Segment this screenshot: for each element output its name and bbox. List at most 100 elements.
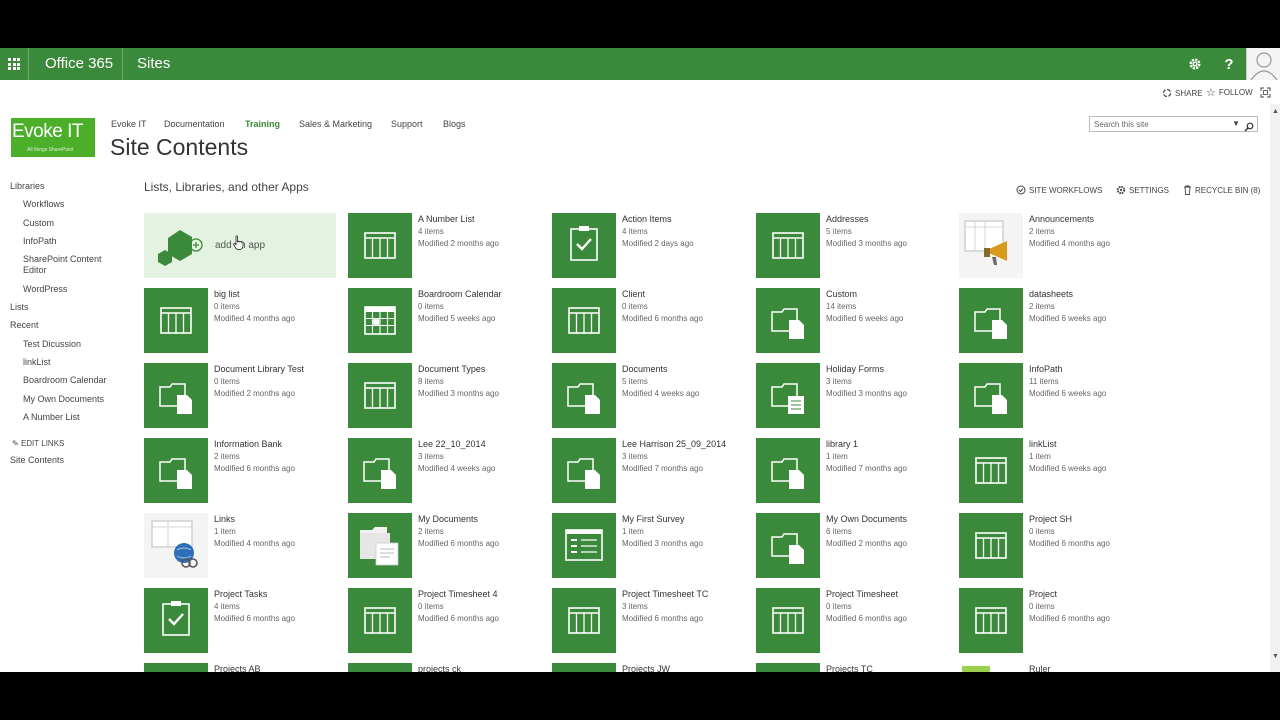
app-tile[interactable]: Information Bank 2 items Modified 6 months…	[144, 438, 344, 503]
settings-button[interactable]: SETTINGS	[1116, 185, 1169, 195]
app-tile-title[interactable]: A Number List	[418, 214, 475, 224]
app-tile-title[interactable]: Document Types	[418, 364, 485, 374]
app-tile[interactable]: Lee Harrison 25_09_2014 3 items Modified 7…	[552, 438, 752, 503]
app-tile[interactable]: Announcements 2 items Modified 4 months ag…	[959, 213, 1159, 278]
app-tile-title[interactable]: datasheets	[1029, 289, 1073, 299]
app-tile[interactable]: My Documents 2 items Modified 6 months ago	[348, 513, 548, 578]
nav-custom[interactable]: Custom	[23, 218, 54, 228]
app-tile[interactable]: Boardroom Calendar 0 items Modified 5 week…	[348, 288, 548, 353]
app-tile[interactable]: Project Timesheet 4 0 items Modified 6 mon…	[348, 588, 548, 653]
topnav-blogs[interactable]: Blogs	[443, 119, 466, 129]
office365-brand[interactable]: Office 365	[28, 48, 129, 80]
app-tile-title[interactable]: Documents	[622, 364, 668, 374]
list-icon[interactable]	[959, 588, 1023, 653]
library-icon[interactable]	[144, 438, 208, 503]
app-tile-title[interactable]: Announcements	[1029, 214, 1094, 224]
nav-wordpress[interactable]: WordPress	[23, 284, 67, 294]
search-scope-dropdown-icon[interactable]: ▼	[1232, 119, 1240, 128]
list-icon[interactable]	[348, 663, 412, 672]
topnav-evoke-it[interactable]: Evoke IT	[111, 119, 147, 129]
app-tile-title[interactable]: Project Timesheet TC	[622, 589, 708, 599]
settings-gear-icon[interactable]	[1179, 48, 1211, 80]
nav-linklist[interactable]: linkList	[23, 357, 51, 367]
nav-test-dicussion[interactable]: Test Dicussion	[23, 339, 81, 349]
app-tile[interactable]: Custom 14 items Modified 6 weeks ago	[756, 288, 956, 353]
app-tile[interactable]: Links 1 item Modified 4 months ago	[144, 513, 344, 578]
app-tile-title[interactable]: Project Timesheet	[826, 589, 898, 599]
app-tile[interactable]: library 1 1 item Modified 7 months ago	[756, 438, 956, 503]
calendar-icon[interactable]	[348, 288, 412, 353]
app-tile[interactable]: Project Tasks 4 items Modified 6 months ag…	[144, 588, 344, 653]
app-tile[interactable]: My Own Documents 6 items Modified 2 months…	[756, 513, 956, 578]
help-button[interactable]: ?	[1213, 48, 1245, 80]
nav-workflows[interactable]: Workflows	[23, 199, 64, 209]
topnav-support[interactable]: Support	[391, 119, 423, 129]
add-an-app-tile[interactable]: add an app	[144, 213, 336, 278]
sites-link[interactable]: Sites	[122, 48, 184, 80]
app-tile[interactable]: Client 0 items Modified 6 months ago	[552, 288, 752, 353]
app-tile-title[interactable]: Links	[214, 514, 235, 524]
library-icon[interactable]	[552, 363, 616, 428]
recycle-bin-button[interactable]: RECYCLE BIN (8)	[1183, 185, 1260, 195]
app-tile-title[interactable]: Holiday Forms	[826, 364, 884, 374]
app-tile-title[interactable]: Projects AB	[214, 664, 261, 672]
vertical-scrollbar[interactable]	[1270, 104, 1280, 672]
list-icon[interactable]	[144, 663, 208, 672]
app-tile-title[interactable]: Project Timesheet 4	[418, 589, 498, 599]
announcement-icon[interactable]	[959, 213, 1023, 278]
focus-content-icon[interactable]	[1260, 87, 1271, 98]
library-icon[interactable]	[348, 438, 412, 503]
app-tile-title[interactable]: library 1	[826, 439, 858, 449]
list-icon[interactable]	[756, 663, 820, 672]
nav-my-own-documents[interactable]: My Own Documents	[23, 394, 104, 404]
app-tile-title[interactable]: Ruler	[1029, 664, 1051, 672]
app-tile[interactable]: Lee 22_10_2014 3 items Modified 4 weeks ag…	[348, 438, 548, 503]
app-tile-title[interactable]: Document Library Test	[214, 364, 304, 374]
library-icon[interactable]	[756, 513, 820, 578]
app-tile[interactable]: Project 0 items Modified 6 months ago	[959, 588, 1159, 653]
site-workflows-button[interactable]: SITE WORKFLOWS	[1016, 185, 1102, 195]
list-icon[interactable]	[552, 588, 616, 653]
library-icon[interactable]	[144, 363, 208, 428]
list-icon[interactable]	[959, 438, 1023, 503]
app-tile-title[interactable]: My Documents	[418, 514, 478, 524]
app-tile[interactable]: Project SH 0 items Modified 6 months ago	[959, 513, 1159, 578]
list-icon[interactable]	[144, 288, 208, 353]
search-input[interactable]: Search this site ▼	[1089, 116, 1258, 132]
library-icon[interactable]	[756, 288, 820, 353]
list-icon[interactable]	[348, 363, 412, 428]
app-tile-title[interactable]: My Own Documents	[826, 514, 907, 524]
list-icon[interactable]	[756, 588, 820, 653]
app-tile[interactable]: Project Timesheet 0 items Modified 6 month…	[756, 588, 956, 653]
app-tile[interactable]: projects ck	[348, 663, 548, 672]
app-tile-title[interactable]: Lee 22_10_2014	[418, 439, 486, 449]
app-tile-title[interactable]: My First Survey	[622, 514, 685, 524]
scroll-down-icon[interactable]: ▼	[1272, 653, 1279, 660]
app-tile-title[interactable]: Project	[1029, 589, 1057, 599]
list-icon[interactable]	[552, 663, 616, 672]
app-tile[interactable]: Projects JW	[552, 663, 752, 672]
app-tile[interactable]: Documents 5 items Modified 4 weeks ago	[552, 363, 752, 428]
app-tile-title[interactable]: linkList	[1029, 439, 1057, 449]
app-tile[interactable]: InfoPath 11 items Modified 6 weeks ago	[959, 363, 1159, 428]
library-icon[interactable]	[756, 438, 820, 503]
app-tile-title[interactable]: projects ck	[418, 664, 461, 672]
app-tile-title[interactable]: InfoPath	[1029, 364, 1063, 374]
app-tile[interactable]: datasheets 2 items Modified 6 weeks ago	[959, 288, 1159, 353]
app-tile[interactable]: Document Types 8 items Modified 3 months a…	[348, 363, 548, 428]
app-tile[interactable]: Projects AB	[144, 663, 344, 672]
user-avatar[interactable]	[1246, 48, 1280, 80]
nav-sharepoint-content-editor[interactable]: SharePoint Content Editor	[23, 254, 109, 276]
app-tile-title[interactable]: Project SH	[1029, 514, 1072, 524]
app-tile-title[interactable]: Projects JW	[622, 664, 670, 672]
library-icon[interactable]	[552, 438, 616, 503]
app-tile[interactable]: Holiday Forms 3 items Modified 3 months ag…	[756, 363, 956, 428]
survey-icon[interactable]	[552, 513, 616, 578]
tasks-icon[interactable]	[144, 588, 208, 653]
library-icon[interactable]	[959, 288, 1023, 353]
nav-infopath[interactable]: InfoPath	[23, 236, 57, 246]
app-tile[interactable]: Document Library Test 0 items Modified 2 m…	[144, 363, 344, 428]
app-tile-title[interactable]: Projects TC	[826, 664, 873, 672]
app-tile[interactable]: Addresses 5 items Modified 3 months ago	[756, 213, 956, 278]
app-tile-title[interactable]: Addresses	[826, 214, 869, 224]
